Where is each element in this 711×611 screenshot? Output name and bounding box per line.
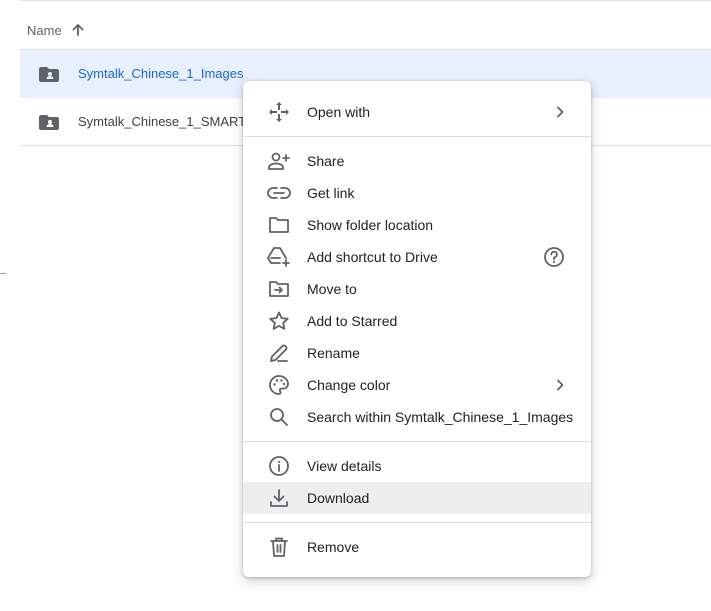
menu-item-open-with[interactable]: Open with (243, 96, 591, 128)
move-to-folder-icon (267, 277, 291, 301)
edge-marker (0, 273, 6, 274)
drive-file-list-view: Name Symtalk_Chinese_1_Images Symtalk_Ch (0, 0, 711, 611)
download-icon (267, 486, 291, 510)
menu-item-label: Add shortcut to Drive (307, 249, 438, 265)
menu-item-label: Rename (307, 345, 360, 361)
info-icon (267, 454, 291, 478)
menu-item-label: Remove (307, 539, 360, 555)
list-header: Name (27, 20, 86, 40)
open-with-icon (267, 100, 291, 124)
drive-shortcut-icon (267, 245, 291, 269)
menu-item-view-details[interactable]: View details (243, 450, 591, 482)
menu-item-add-to-starred[interactable]: Add to Starred (243, 305, 591, 337)
pencil-icon (267, 341, 291, 365)
help-icon[interactable] (543, 246, 565, 268)
menu-item-label: Get link (307, 185, 355, 201)
menu-item-download[interactable]: Download (243, 482, 591, 514)
file-name[interactable]: Symtalk_Chinese_1_Images (78, 66, 243, 81)
menu-item-change-color[interactable]: Change color (243, 369, 591, 401)
menu-item-search-within[interactable]: Search within Symtalk_Chinese_1_Images (243, 401, 591, 433)
folder-outline-icon (267, 213, 291, 237)
menu-item-label: Share (307, 153, 345, 169)
menu-item-add-shortcut[interactable]: Add shortcut to Drive (243, 241, 591, 273)
shared-folder-icon (39, 64, 59, 84)
menu-item-label: Show folder location (307, 217, 434, 233)
menu-item-label: Search within Symtalk_Chinese_1_Images (307, 409, 574, 425)
menu-item-label: Open with (307, 104, 371, 120)
person-add-icon (267, 149, 291, 173)
menu-item-remove[interactable]: Remove (243, 531, 591, 563)
menu-item-show-folder-location[interactable]: Show folder location (243, 209, 591, 241)
menu-item-rename[interactable]: Rename (243, 337, 591, 369)
palette-icon (267, 373, 291, 397)
chevron-right-icon (555, 106, 565, 118)
search-icon (267, 405, 291, 429)
chevron-right-icon (555, 379, 565, 391)
trash-icon (267, 535, 291, 559)
menu-item-label: Download (307, 490, 370, 506)
menu-divider (243, 522, 591, 523)
top-divider (20, 0, 711, 1)
menu-item-label: Change color (307, 377, 391, 393)
arrow-up-icon[interactable] (70, 22, 86, 38)
menu-item-label: Move to (307, 281, 357, 297)
menu-item-label: View details (307, 458, 382, 474)
shared-folder-icon (39, 112, 59, 132)
menu-divider (243, 136, 591, 137)
name-column-header[interactable]: Name (27, 23, 62, 38)
menu-item-share[interactable]: Share (243, 145, 591, 177)
star-outline-icon (267, 309, 291, 333)
menu-item-label: Add to Starred (307, 313, 398, 329)
context-menu: Open with Share Get link Show folder loc… (243, 81, 591, 577)
menu-divider (243, 441, 591, 442)
menu-item-move-to[interactable]: Move to (243, 273, 591, 305)
menu-item-get-link[interactable]: Get link (243, 177, 591, 209)
link-icon (267, 181, 291, 205)
